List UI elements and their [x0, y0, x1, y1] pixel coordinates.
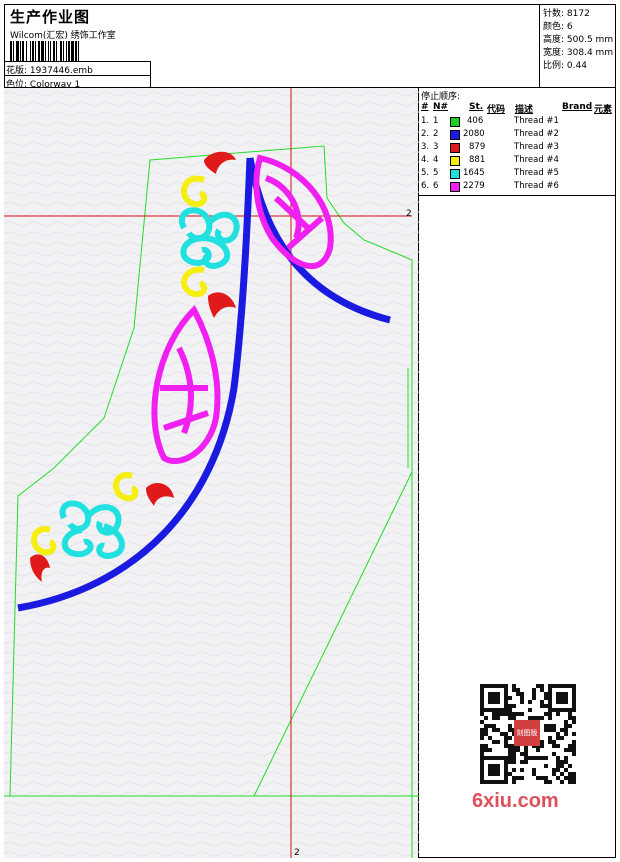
- stamp-logo: 刻图版: [514, 720, 540, 746]
- thread-row[interactable]: 1. 1 406 Thread #1: [419, 115, 616, 128]
- stop-sequence-title: 停止顺序:: [421, 92, 461, 102]
- stat-width: 宽度: 308.4 mm: [543, 48, 614, 58]
- embroidery-preview: 2 2: [4, 88, 419, 858]
- barcode-image: [10, 41, 144, 61]
- col-header-element: 元素: [594, 105, 613, 115]
- col-header-st: St.: [469, 102, 484, 112]
- page-title: 生产作业图: [10, 8, 91, 26]
- stat-colors: 颜色: 6: [543, 22, 573, 32]
- thread-color-swatch: [450, 156, 460, 166]
- thread-row[interactable]: 2. 2 2080 Thread #2: [419, 128, 616, 141]
- thread-color-swatch: [450, 130, 460, 140]
- studio-subtitle: Wilcom(汇宏) 绣饰工作室: [10, 31, 116, 41]
- header-divider: [150, 61, 151, 88]
- watermark-text: 6xiu.com: [472, 790, 559, 812]
- thread-color-swatch: [450, 169, 460, 179]
- thread-row[interactable]: 5. 5 1645 Thread #5: [419, 167, 616, 180]
- stat-height: 高度: 500.5 mm: [543, 35, 614, 45]
- thread-row[interactable]: 3. 3 879 Thread #3: [419, 141, 616, 154]
- thread-row[interactable]: 6. 6 2279 Thread #6: [419, 180, 616, 193]
- header-divider: [4, 61, 150, 62]
- thread-color-swatch: [450, 143, 460, 153]
- thread-row[interactable]: 4. 4 881 Thread #4: [419, 154, 616, 167]
- stat-stitches: 针数: 8172: [543, 9, 590, 19]
- header-divider: [4, 75, 150, 76]
- col-header-desc: 描述: [515, 105, 534, 115]
- design-canvas[interactable]: 2 2: [4, 88, 419, 858]
- header-panel: 生产作业图 Wilcom(汇宏) 绣饰工作室 花版: 1937446.emb 色…: [4, 4, 540, 90]
- fabric-texture: [4, 88, 419, 858]
- guide-label-top: 2: [406, 209, 412, 219]
- stats-panel: 针数: 8172 颜色: 6 高度: 500.5 mm 宽度: 308.4 mm…: [540, 4, 616, 88]
- col-header-n: N#: [433, 102, 449, 112]
- col-header-code: 代码: [487, 105, 506, 115]
- stat-scale: 比例: 0.44: [543, 61, 587, 71]
- guide-label-bottom: 2: [294, 848, 300, 858]
- col-header-brand: Brand: [562, 102, 593, 112]
- col-header-num: #: [421, 102, 429, 112]
- panel-divider: [419, 195, 616, 196]
- thread-color-swatch: [450, 182, 460, 192]
- thread-color-swatch: [450, 117, 460, 127]
